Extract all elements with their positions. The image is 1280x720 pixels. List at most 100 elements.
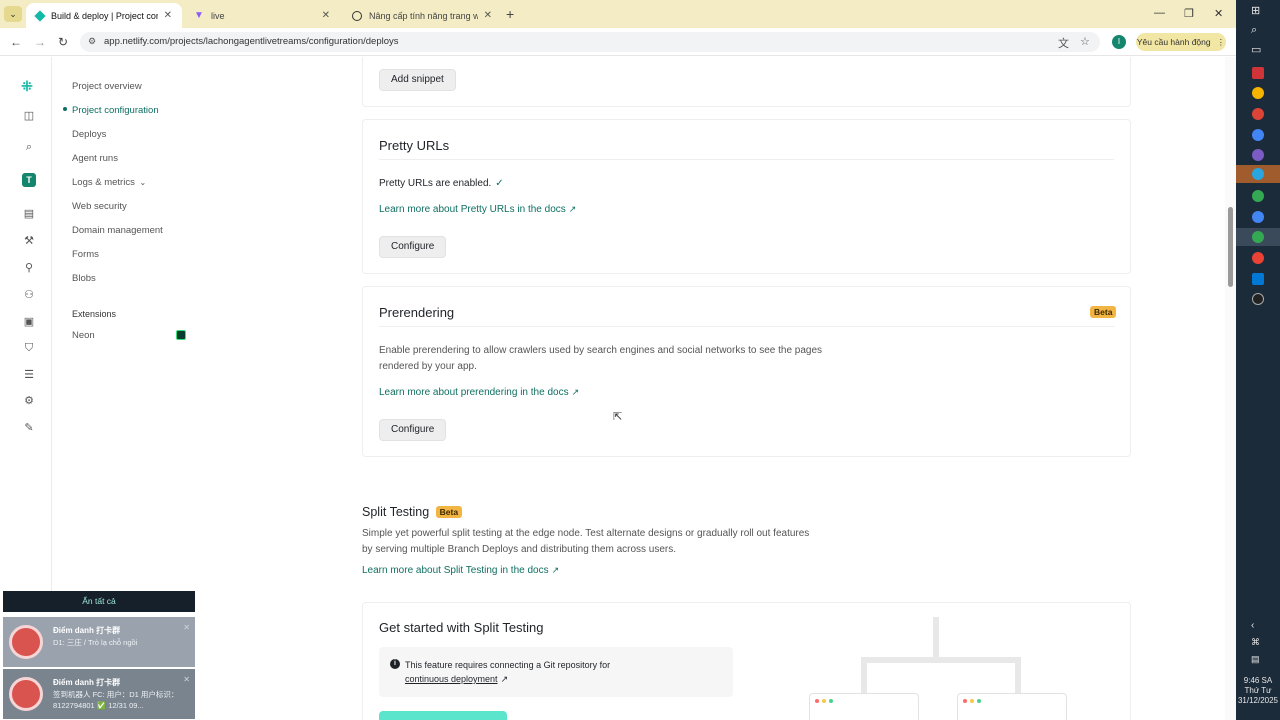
settings-gear-icon[interactable]: ⚙ [22,394,36,408]
viber-app-icon[interactable] [1252,149,1264,161]
chevron-down-icon: ⌄ [139,178,147,187]
sidebar-item-label: Logs & metrics [72,177,135,188]
add-snippet-button[interactable]: Add snippet [379,69,456,91]
diagram-line [861,657,1021,663]
sidebar-item-project-overview[interactable]: Project overview [72,81,142,92]
scrollbar-thumb[interactable] [1228,207,1233,287]
page-scrollbar[interactable] [1225,57,1236,720]
extensions-heading: Extensions [72,309,117,319]
minimize-icon[interactable]: — [1154,7,1165,19]
clock-time: 9:46 SA [1243,676,1273,685]
sidebar-item-blobs[interactable]: Blobs [72,273,96,284]
bookmark-star-icon[interactable]: ☆ [1080,35,1090,48]
openai-favicon-icon [352,10,362,21]
site-info-icon[interactable]: ⚙ [88,36,96,47]
pretty-urls-title: Pretty URLs [379,138,450,153]
tab-build-deploy[interactable]: Build & deploy | Project config ✕ [26,3,182,28]
reload-icon[interactable]: ↻ [58,35,68,49]
sidebar-item-logs-metrics[interactable]: Logs & metrics ⌄ [72,177,146,188]
wps-app-icon[interactable] [1252,67,1264,79]
telegram-app-icon[interactable] [1252,168,1264,180]
prerendering-configure-button[interactable]: Configure [379,419,447,441]
integrations-icon[interactable]: ⚲ [22,261,36,275]
sidebar-toggle-icon[interactable]: ◫ [22,109,36,123]
icon-rail: ⁜ ◫ ⌕ T ▤ ⚒ ⚲ ⚇ ▣ ⛉ ☰ ⚙ ✎ [0,57,52,592]
notification-body: 签到机器人 FC: 用户：D1 用户标识：8122794801 ✅ 12/31 … [53,690,179,710]
url-field[interactable]: ⚙ app.netlify.com/projects/lachongagentl… [80,32,1100,52]
continuous-deployment-link[interactable]: continuous deployment [405,674,498,684]
close-icon[interactable]: ✕ [183,675,190,684]
team-avatar[interactable]: T [22,173,36,187]
members-icon[interactable]: ⚇ [22,288,36,302]
vite-favicon-icon: ▼ [194,9,204,21]
back-icon[interactable]: ← [10,35,22,49]
billing-icon[interactable]: ▣ [22,315,36,329]
close-icon[interactable]: ✕ [484,10,492,21]
builds-icon[interactable]: ⚒ [22,234,36,248]
close-icon[interactable]: ✕ [322,10,330,21]
action-required-button[interactable]: Yêu cầu hành động ⋮ [1136,33,1226,51]
clock-day: Thứ Tư [1244,686,1272,695]
netlify-logo-icon[interactable]: ⁜ [20,79,34,93]
chrome-app-icon[interactable] [1252,211,1264,223]
notification-icon[interactable]: ▤ [1251,654,1260,665]
close-icon[interactable]: ✕ [164,10,172,21]
forward-icon[interactable]: → [34,35,46,49]
translate-icon[interactable]: 文 [1058,35,1069,51]
obs-app-icon[interactable] [1252,293,1264,305]
sidebar-item-neon[interactable]: Neon [72,330,95,341]
more-menu-icon[interactable]: ⋮ [1217,37,1226,48]
link-text: Learn more about Pretty URLs in the docs [379,204,566,215]
vscode-app-icon[interactable] [1252,273,1264,285]
sidebar-item-deploys[interactable]: Deploys [72,129,106,140]
close-icon[interactable]: ✕ [183,623,190,632]
prerendering-docs-link[interactable]: Learn more about prerendering in the doc… [379,387,579,398]
url-text: app.netlify.com/projects/lachongagentliv… [104,36,399,47]
system-clock[interactable]: 9:46 SA Thứ Tư 31/12/2025 [1236,676,1280,706]
sidebar-item-forms[interactable]: Forms [72,249,99,260]
task-view-icon[interactable]: ▭ [1251,43,1261,56]
split-testing-docs-link[interactable]: Learn more about Split Testing in the do… [362,565,559,576]
connect-repository-button[interactable] [379,711,507,720]
pretty-urls-status: Pretty URLs are enabled. ✓ [379,176,504,192]
tab-upgrade[interactable]: Nâng cấp tính năng trang web ✕ [342,3,502,28]
chrome-app-icon[interactable] [1252,87,1264,99]
edit-icon[interactable]: ✎ [22,421,36,435]
chrome-app-icon[interactable] [1252,252,1264,264]
pretty-urls-configure-button[interactable]: Configure [379,236,447,258]
active-indicator [63,107,67,111]
chrome-app-icon[interactable] [1252,190,1264,202]
windows-taskbar: ⊞ ⌕ ▭ ‹ ⌘ ▤ 9:46 SA Thứ Tư 31/12/2025 [1236,0,1280,720]
notification-panel: Ẩn tất cả Điểm danh 打卡群 D1: 三庄 / Trò lạ … [3,591,195,719]
docs-icon[interactable]: ☰ [22,368,36,382]
windows-start-icon[interactable]: ⊞ [1251,4,1260,17]
tab-live[interactable]: ▼ live ✕ [184,3,340,28]
hide-all-button[interactable]: Ẩn tất cả [3,591,195,612]
tab-search-icon[interactable]: ⌄ [4,6,22,22]
close-window-icon[interactable]: ✕ [1214,7,1223,20]
chevron-left-icon[interactable]: ‹ [1251,620,1254,631]
maximize-icon[interactable]: ❐ [1184,7,1194,20]
sidebar-item-web-security[interactable]: Web security [72,201,127,212]
tab-label: live [211,10,225,21]
notification-title: Điểm danh 打卡群 [53,626,121,635]
notification-title: Điểm danh 打卡群 [53,678,121,687]
security-icon[interactable]: ⛉ [22,341,36,355]
profile-avatar[interactable]: I [1112,35,1126,49]
search-icon[interactable]: ⌕ [1251,24,1257,37]
chrome-app-icon[interactable] [1252,129,1264,141]
search-icon[interactable]: ⌕ [22,140,36,154]
chrome-app-icon[interactable] [1252,231,1264,243]
network-icon[interactable]: ⌘ [1251,637,1260,648]
split-testing-heading: Split Testing Beta [362,505,463,519]
chrome-app-icon[interactable] [1252,108,1264,120]
pretty-urls-docs-link[interactable]: Learn more about Pretty URLs in the docs… [379,204,576,215]
sidebar-item-agent-runs[interactable]: Agent runs [72,153,118,164]
sidebar-item-domain-management[interactable]: Domain management [72,225,163,236]
notification-item[interactable]: Điểm danh 打卡群 签到机器人 FC: 用户：D1 用户标识：81227… [3,669,195,719]
new-tab-button[interactable]: + [506,6,514,22]
sidebar-item-project-configuration[interactable]: Project configuration [72,105,159,116]
projects-icon[interactable]: ▤ [22,207,36,221]
section-title: Split Testing [362,505,430,519]
notification-item[interactable]: Điểm danh 打卡群 D1: 三庄 / Trò lạ chỗ ngồi ✕ [3,617,195,667]
